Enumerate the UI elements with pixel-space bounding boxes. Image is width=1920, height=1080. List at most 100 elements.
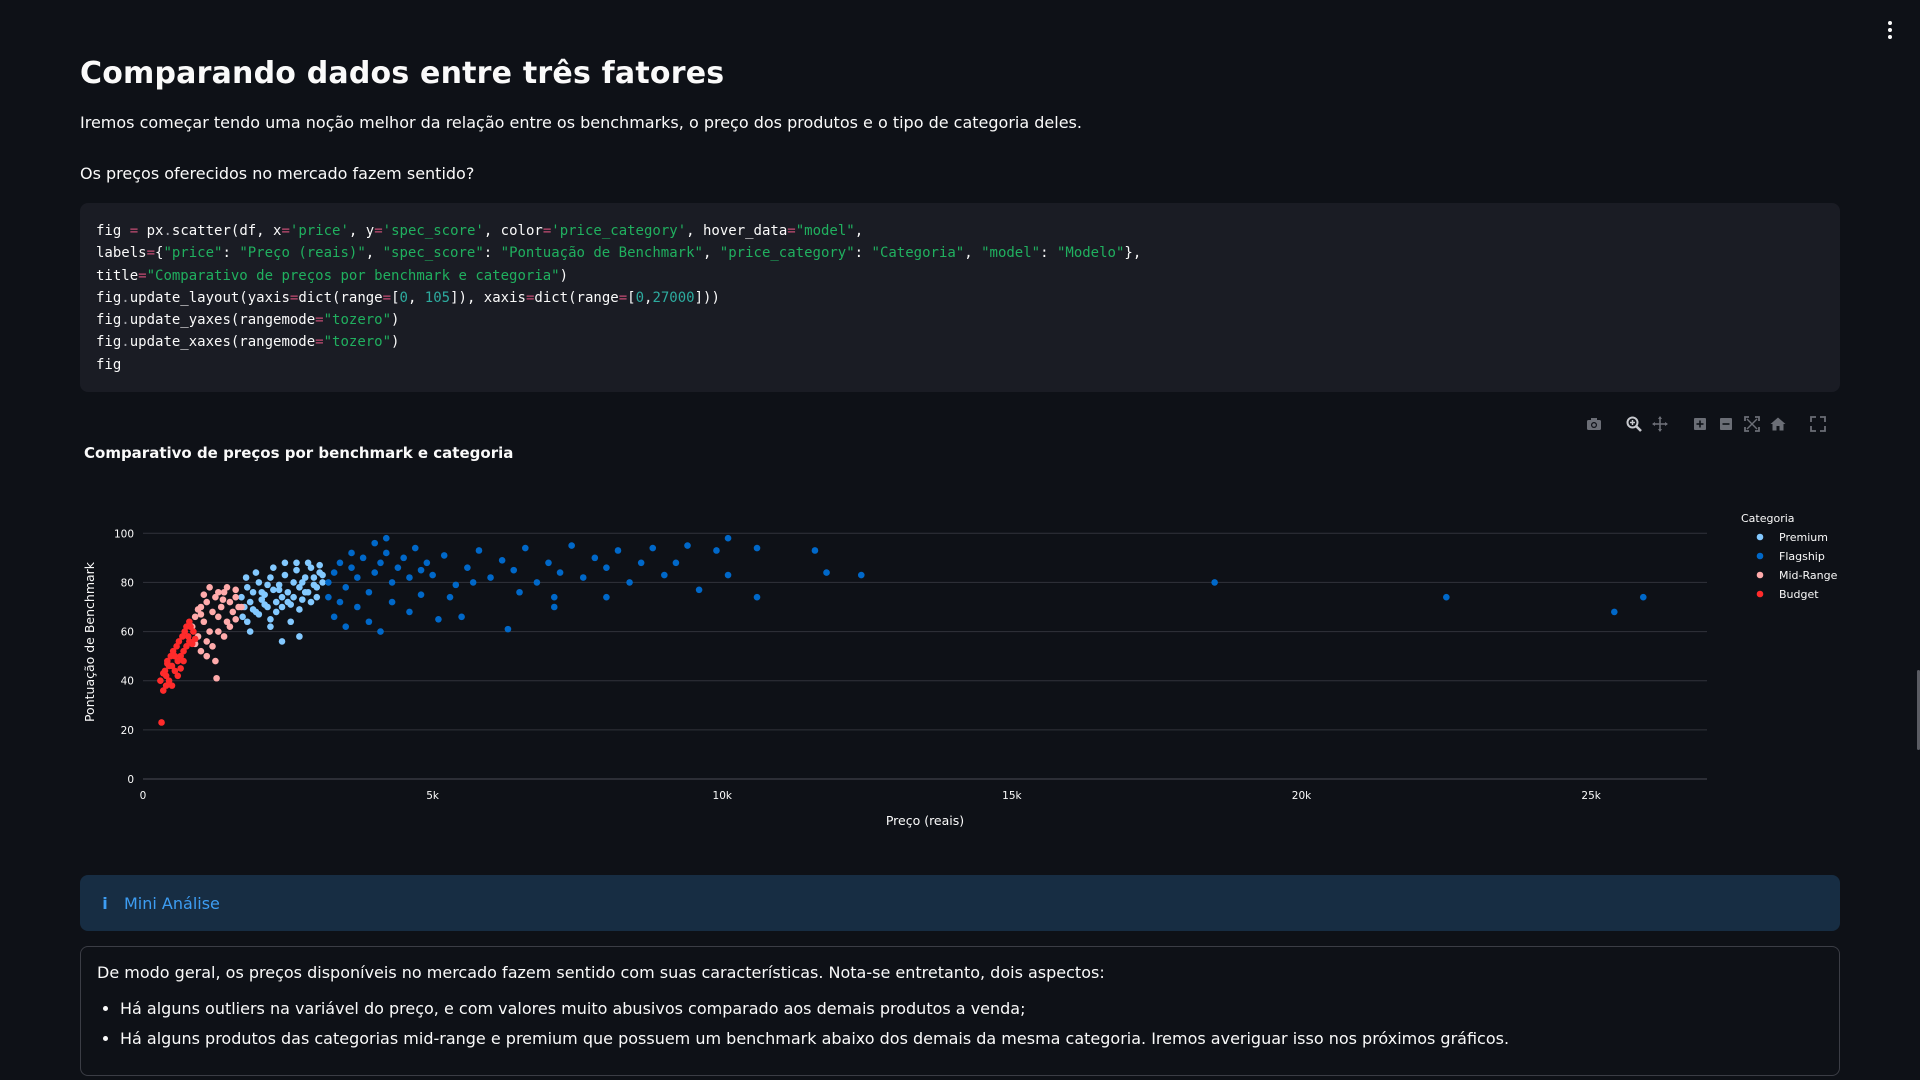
y-tick-label: 0 [127, 774, 134, 786]
code-token: "spec_score" [382, 245, 484, 262]
scatter-point [400, 554, 407, 562]
scatter-point [342, 584, 350, 591]
code-token: dict(range [534, 289, 619, 306]
chart-axes: 0 20 40 60 80 100 0 5k 10k 15k 20k 25k [114, 528, 1602, 802]
scatter-point [1611, 608, 1618, 616]
scatter-point [278, 603, 286, 611]
code-token: dict(range [298, 289, 383, 306]
code-token: [ [391, 289, 400, 306]
scatter-point [354, 574, 361, 581]
scatter-point [417, 591, 425, 599]
main-menu-button[interactable] [1880, 18, 1900, 42]
scatter-point [811, 547, 819, 554]
zoom-in-icon[interactable] [1690, 414, 1710, 434]
chart-points [157, 534, 1647, 726]
scatter-point [504, 625, 512, 633]
scatter-point [348, 549, 355, 557]
scatter-point [239, 613, 246, 621]
legend-marker [1756, 533, 1764, 541]
scatter-point [203, 598, 211, 606]
legend-marker [1756, 552, 1764, 560]
scatter-point [377, 628, 384, 635]
code-token: title [96, 267, 139, 284]
code-token: . [121, 334, 130, 351]
page-title: Comparando dados entre três fatores [80, 56, 725, 91]
scatter-point [316, 561, 323, 569]
scatter-point [293, 566, 300, 574]
scatter-point [255, 611, 263, 618]
reset-axes-icon[interactable] [1768, 414, 1788, 434]
scatter-point [469, 579, 477, 586]
scatter-point [159, 670, 167, 677]
code-token: , [964, 245, 982, 262]
question-paragraph: Os preços oferecidos no mercado fazem se… [80, 164, 475, 183]
code-token: "tozero" [323, 334, 392, 351]
scatter-point [429, 571, 436, 579]
scatter-point [226, 598, 234, 606]
scatter-point [661, 571, 668, 579]
code-token: . [121, 312, 130, 329]
code-token: = [129, 223, 139, 239]
code-token: "Categoria" [871, 245, 965, 262]
scatter-point [382, 549, 390, 557]
scatter-point [348, 564, 355, 571]
code-token: . [163, 223, 172, 239]
scatter-point [194, 606, 202, 613]
code-token: fig [96, 334, 122, 351]
scatter-point [191, 613, 199, 621]
scatter-point [388, 579, 396, 586]
scatter-point [287, 618, 295, 626]
scatter-point [545, 559, 552, 567]
code-token: "price_category" [719, 245, 855, 262]
code-token: : [854, 245, 872, 262]
scatter-point [191, 635, 199, 643]
scatter-point [242, 574, 250, 581]
autoscale-icon[interactable] [1742, 414, 1762, 434]
code-token: "Comparativo de preços por benchmark e c… [146, 267, 560, 284]
zoom-out-icon[interactable] [1716, 414, 1736, 434]
scatter-point [226, 623, 234, 630]
zoom-icon[interactable] [1624, 414, 1644, 434]
code-token: scatter(df, x [171, 223, 282, 239]
scatter-point [174, 672, 182, 680]
scatter-point [157, 677, 164, 685]
scatter-point [857, 571, 865, 579]
chart-canvas: Comparativo de preços por benchmark e ca… [82, 444, 1838, 828]
code-token: "Pontuação de Benchmark" [500, 245, 703, 262]
scatter-point [550, 603, 558, 611]
scatter-point [284, 588, 292, 596]
scatter-point [238, 603, 245, 611]
legend-item-label: Budget [1779, 588, 1819, 601]
scatter-chart[interactable]: Comparativo de preços por benchmark e ca… [80, 408, 1840, 848]
pan-icon[interactable] [1650, 414, 1670, 434]
scatter-point [325, 579, 332, 586]
scatter-point [212, 657, 219, 665]
scatter-point [313, 593, 321, 601]
scatter-point [458, 613, 465, 621]
scatter-point [382, 534, 390, 542]
code-token: update_xaxes(rangemode [129, 334, 316, 351]
scatter-point [301, 588, 309, 596]
scatter-point [1639, 593, 1647, 601]
camera-icon[interactable] [1584, 414, 1604, 434]
scatter-point [261, 601, 268, 608]
scatter-point [223, 584, 231, 591]
code-token: "model" [795, 223, 855, 239]
code-token: update_yaxes(rangemode [129, 312, 316, 329]
code-token: 0 [635, 289, 644, 306]
scatter-point [319, 571, 326, 579]
fullscreen-icon[interactable] [1808, 414, 1828, 434]
scatter-point [215, 628, 222, 635]
scatter-point [516, 588, 523, 596]
y-tick-label: 20 [121, 725, 134, 737]
scatter-point [591, 554, 599, 562]
code-token: ) [391, 312, 400, 329]
scatter-point [232, 593, 239, 601]
scatter-point [336, 559, 344, 567]
code-token: = [315, 312, 324, 329]
scatter-point [365, 618, 373, 626]
kebab-dot-icon [1888, 35, 1892, 39]
mini-analise-expander[interactable]: i Mini Análise [80, 875, 1840, 931]
legend-marker [1756, 590, 1764, 598]
code-token: ) [391, 334, 400, 351]
